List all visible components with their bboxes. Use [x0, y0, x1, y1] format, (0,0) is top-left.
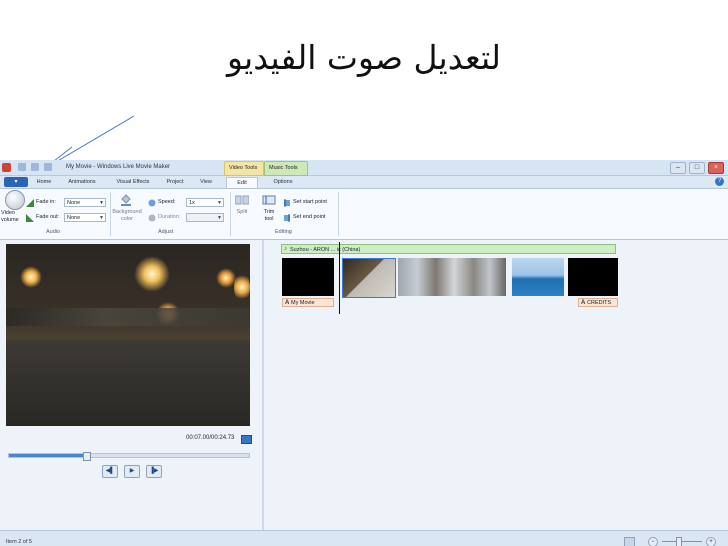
tab-home[interactable]: Home — [32, 177, 56, 188]
fade-out-value: None — [67, 215, 81, 221]
redo-icon[interactable] — [44, 163, 52, 171]
save-icon[interactable] — [18, 163, 26, 171]
fade-out-label: Fade out: — [36, 214, 60, 220]
duration-label: Duration: — [158, 214, 181, 220]
chevron-down-icon: ▼ — [217, 215, 222, 221]
background-color-button[interactable]: Background color — [110, 209, 144, 223]
caption-title-label: My Movie — [291, 300, 315, 306]
group-audio-label: Audio — [46, 229, 61, 235]
trim-tool-button[interactable]: Trim tool — [259, 209, 279, 223]
minimize-button[interactable]: – — [670, 162, 686, 174]
caption-title[interactable]: A My Movie — [282, 298, 334, 307]
preview-vehicles — [6, 308, 250, 326]
clip-selected[interactable] — [342, 258, 396, 298]
time-readout: 00:07.00/00:24.73 — [186, 435, 235, 441]
window-controls: – □ × — [670, 162, 724, 174]
thumbnail-view-icon[interactable] — [624, 537, 635, 546]
start-point-icon — [284, 199, 290, 207]
help-icon[interactable]: ? — [715, 177, 724, 186]
fade-out-icon — [26, 214, 34, 222]
trim-icon — [262, 195, 276, 205]
fade-out-select[interactable]: None ▼ — [64, 213, 106, 222]
clip-title[interactable] — [282, 258, 334, 296]
title-bar: My Movie - Windows Live Movie Maker Vide… — [0, 160, 728, 176]
slide-title: لتعديل صوت الفيديو — [227, 38, 501, 77]
speed-icon — [148, 199, 156, 207]
app-icon[interactable] — [2, 163, 11, 172]
fade-in-icon — [26, 199, 34, 207]
undo-icon[interactable] — [31, 163, 39, 171]
music-note-icon: ♪ — [284, 246, 287, 252]
preview-light — [216, 268, 236, 288]
chevron-down-icon: ▼ — [217, 200, 222, 206]
music-track[interactable]: Suzhou - ARON ... ic (China) — [281, 244, 616, 254]
clip-sea[interactable] — [512, 258, 564, 296]
speed-value: 1x — [189, 200, 195, 206]
tab-view[interactable]: View — [194, 177, 218, 188]
group-adjust-label: Adjust — [158, 229, 174, 235]
video-preview[interactable] — [6, 244, 250, 426]
maximize-button[interactable]: □ — [689, 162, 705, 174]
clip-people[interactable] — [398, 258, 506, 296]
music-track-label: Suzhou - ARON ... ic (China) — [290, 247, 361, 253]
duration-select[interactable]: ▼ — [186, 213, 224, 222]
tab-project[interactable]: Project — [162, 177, 188, 188]
caption-icon: A — [581, 300, 586, 306]
previous-frame-button[interactable]: ◀▌ — [102, 465, 118, 478]
preview-light — [134, 256, 170, 292]
set-end-point-button[interactable]: Set end point — [293, 214, 325, 220]
next-frame-button[interactable]: ▐▶ — [146, 465, 162, 478]
preview-light — [20, 266, 42, 288]
speed-label: Speed: — [158, 199, 176, 205]
status-item-count: Item 2 of 5 — [6, 539, 32, 545]
quick-access-toolbar — [18, 163, 52, 171]
preview-road — [6, 340, 250, 426]
file-menu-button[interactable]: ▾ — [4, 177, 28, 187]
fade-in-value: None — [67, 200, 81, 206]
chevron-down-icon: ▼ — [99, 215, 104, 221]
ribbon: Video volume Fade in: None ▼ Fade out: N… — [0, 188, 728, 240]
fade-in-select[interactable]: None ▼ — [64, 198, 106, 207]
window-title: My Movie - Windows Live Movie Maker — [66, 164, 171, 170]
context-tab-video-tools[interactable]: Video Tools — [224, 161, 264, 176]
zoom-in-icon[interactable]: + — [706, 537, 716, 546]
caption-icon: A — [285, 300, 290, 306]
playhead[interactable] — [339, 242, 340, 314]
zoom-out-icon[interactable]: − — [648, 537, 658, 546]
set-start-point-button[interactable]: Set start point — [293, 199, 327, 205]
ribbon-tab-row: ▾ Home Animations Visual Effects Project… — [0, 176, 728, 189]
fullscreen-icon[interactable] — [241, 435, 252, 444]
split-button[interactable]: Split — [232, 209, 252, 216]
group-separator — [230, 192, 231, 236]
group-separator — [338, 192, 339, 236]
volume-icon[interactable] — [5, 190, 25, 210]
fade-in-label: Fade in: — [36, 199, 56, 205]
caption-credits[interactable]: A CREDITS — [578, 298, 618, 307]
preview-light — [234, 272, 250, 302]
seek-bar[interactable] — [8, 452, 250, 461]
tab-visual-effects[interactable]: Visual Effects — [110, 177, 156, 188]
duration-icon — [148, 214, 156, 222]
paint-bucket-icon — [121, 194, 131, 206]
end-point-icon — [284, 214, 290, 222]
caption-credits-label: CREDITS — [587, 300, 612, 306]
video-volume-button-label[interactable]: Video volume — [1, 210, 23, 224]
seek-progress — [9, 454, 84, 457]
zoom-slider-thumb[interactable] — [676, 537, 682, 546]
tab-options[interactable]: Options — [266, 177, 300, 188]
close-button[interactable]: × — [708, 162, 724, 174]
pane-divider[interactable] — [262, 240, 264, 535]
movie-maker-window: My Movie - Windows Live Movie Maker Vide… — [0, 160, 728, 546]
context-tab-music-tools[interactable]: Music Tools — [264, 161, 308, 176]
status-bar: Item 2 of 5 − + — [0, 530, 728, 546]
play-button[interactable]: ▶ — [124, 465, 140, 478]
speed-select[interactable]: 1x ▼ — [186, 198, 224, 207]
seek-thumb[interactable] — [83, 452, 91, 461]
group-editing-label: Editing — [275, 229, 292, 235]
split-icon — [235, 195, 249, 205]
tab-animations[interactable]: Animations — [62, 177, 102, 188]
clip-credits[interactable] — [568, 258, 618, 296]
chevron-down-icon: ▼ — [99, 200, 104, 206]
zoom-slider[interactable] — [662, 541, 702, 542]
